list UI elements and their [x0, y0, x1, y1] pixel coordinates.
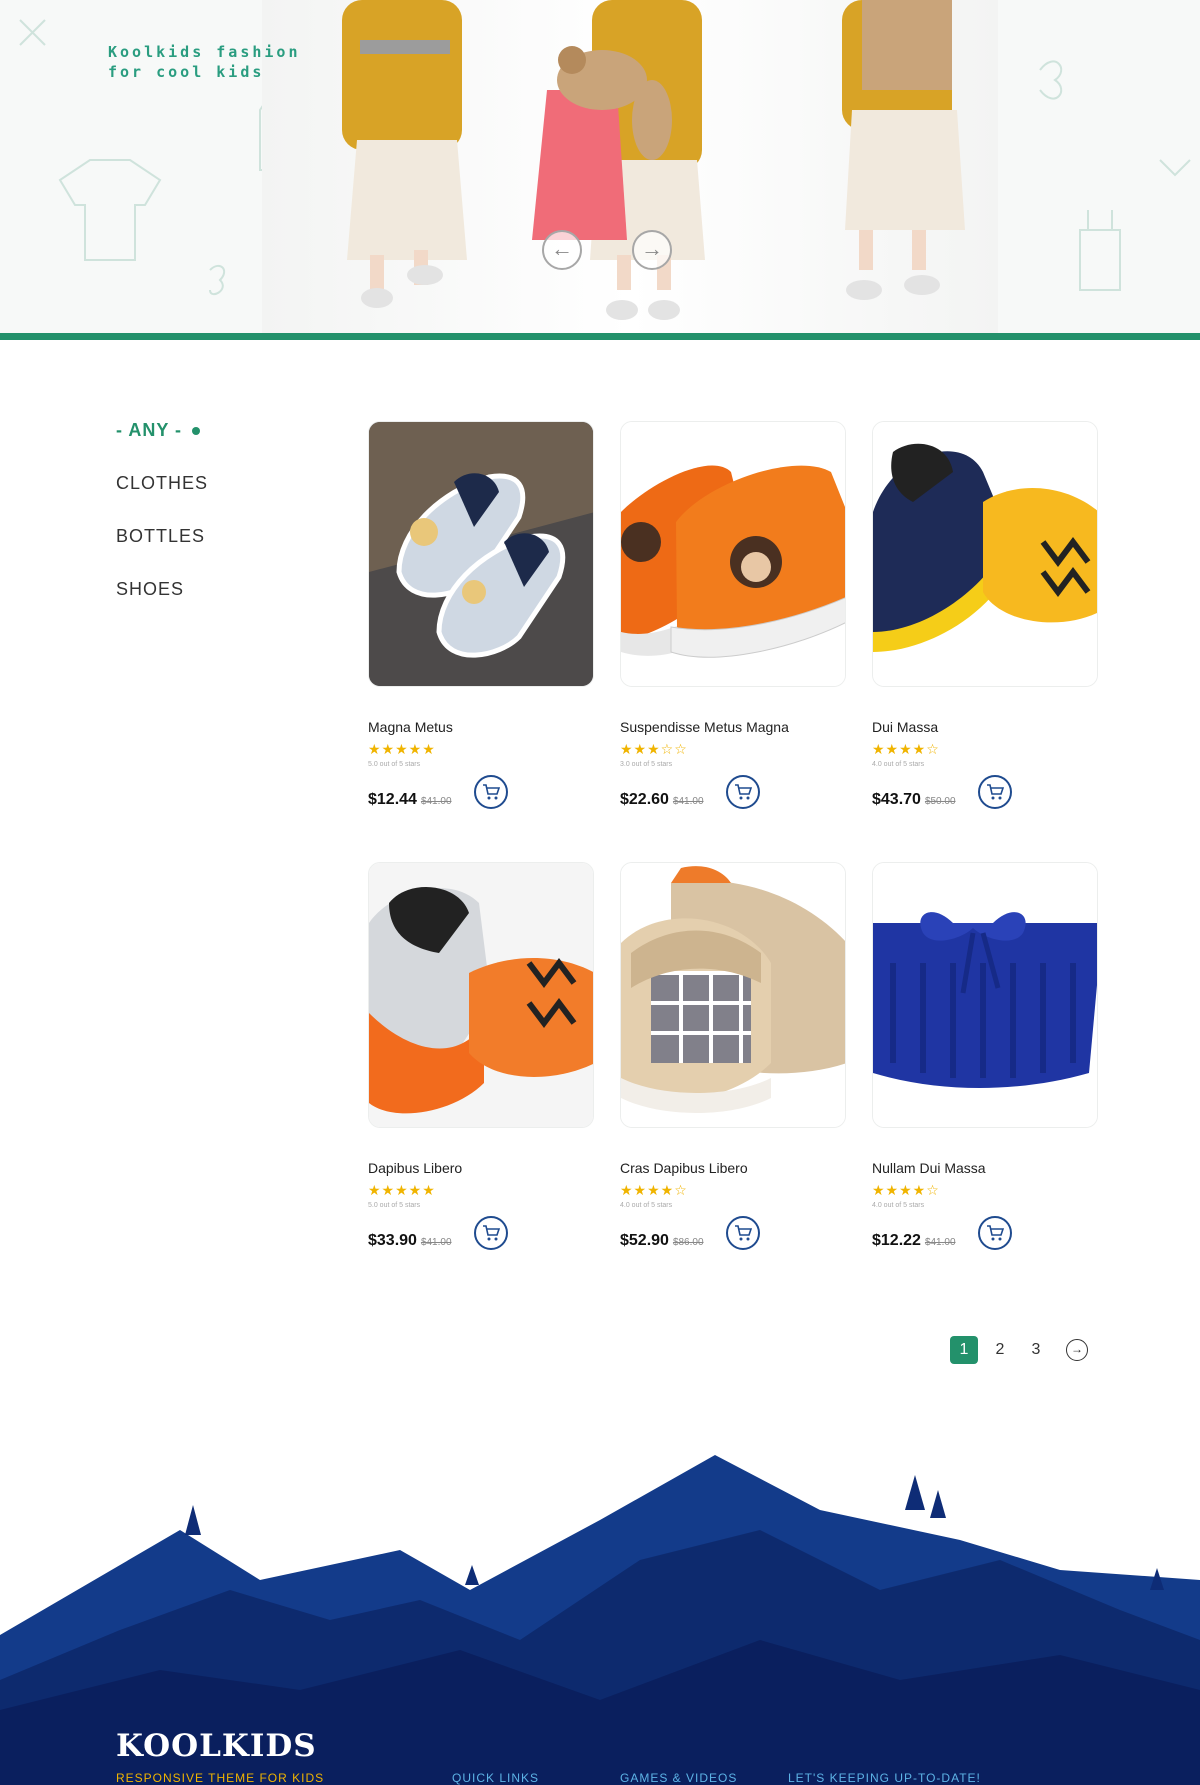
arrow-circle-right-icon: → [1071, 1342, 1083, 1356]
tagline-line-2: for cool kids [108, 63, 265, 81]
rating-text: 5.0 out of 5 stars [368, 761, 421, 768]
filter-label: SHOES [116, 579, 185, 599]
tagline-line-1: Koolkids fashion [108, 43, 301, 61]
product-price: $12.44 $41.00 [368, 791, 452, 809]
page-3-button[interactable]: 3 [1022, 1336, 1050, 1364]
cart-icon [987, 1225, 1005, 1241]
rating-stars-icon: ★★★★★ [368, 1183, 436, 1199]
product-image[interactable] [872, 421, 1098, 687]
cart-icon [987, 784, 1005, 800]
add-to-cart-button[interactable] [978, 1216, 1012, 1250]
old-price: $41.00 [420, 1237, 452, 1248]
product-name[interactable]: Nullam Dui Massa [872, 1160, 986, 1176]
rating-stars-icon: ★★★★☆ [620, 1183, 688, 1199]
rating-text: 4.0 out of 5 stars [872, 761, 925, 768]
arrow-right-icon: → [641, 236, 663, 261]
filter-shoes[interactable]: SHOES [116, 579, 208, 632]
rating-text: 4.0 out of 5 stars [620, 1202, 673, 1209]
filter-label: CLOTHES [116, 473, 209, 493]
product-name[interactable]: Dui Massa [872, 719, 938, 735]
product-name[interactable]: Cras Dapibus Libero [620, 1160, 748, 1176]
rating-stars-icon: ★★★★★ [368, 742, 436, 758]
category-filter: - ANY - CLOTHES BOTTLES SHOES [116, 420, 208, 632]
product-image[interactable] [368, 862, 594, 1128]
product-price: $12.22 $41.00 [872, 1232, 956, 1250]
cart-icon [483, 1225, 501, 1241]
footer-brand-subtitle: RESPONSIVE THEME FOR KIDS [116, 1771, 325, 1785]
product-image[interactable] [620, 421, 846, 687]
old-price: $41.00 [924, 1237, 956, 1248]
product-price: $33.90 $41.00 [368, 1232, 452, 1250]
product-image[interactable] [368, 421, 594, 687]
rating-stars-icon: ★★★★☆ [872, 1183, 940, 1199]
slider-prev-button[interactable]: ← [542, 230, 582, 270]
product-price: $43.70 $50.00 [872, 791, 956, 809]
product-image[interactable] [620, 862, 846, 1128]
old-price: $50.00 [924, 796, 956, 807]
cart-icon [735, 784, 753, 800]
old-price: $41.00 [420, 796, 452, 807]
add-to-cart-button[interactable] [726, 775, 760, 809]
rating-text: 4.0 out of 5 stars [872, 1202, 925, 1209]
product-price: $52.90 $86.00 [620, 1232, 704, 1250]
filter-clothes[interactable]: CLOTHES [116, 473, 208, 526]
filter-label: BOTTLES [116, 526, 206, 546]
footer-heading-games-videos: GAMES & VIDEOS [620, 1771, 738, 1785]
old-price: $86.00 [672, 1237, 704, 1248]
hero-accent-bar [0, 333, 1200, 340]
footer-heading-newsletter: LET'S KEEPING UP-TO-DATE! [788, 1771, 981, 1785]
add-to-cart-button[interactable] [474, 775, 508, 809]
product-name[interactable]: Dapibus Libero [368, 1160, 462, 1176]
current-price: $22.60 [620, 791, 669, 808]
kids-with-teddy-illustration [342, 0, 965, 320]
hero-photo [262, 0, 998, 334]
current-price: $12.22 [872, 1232, 921, 1249]
cart-icon [483, 784, 501, 800]
rating-stars-icon: ★★★★☆ [872, 742, 940, 758]
filter-any[interactable]: - ANY - [116, 420, 208, 473]
next-page-button[interactable]: → [1066, 1339, 1088, 1361]
add-to-cart-button[interactable] [726, 1216, 760, 1250]
hero-tagline: Koolkids fashion for cool kids [108, 42, 301, 82]
page-2-button[interactable]: 2 [986, 1336, 1014, 1364]
product-name[interactable]: Magna Metus [368, 719, 453, 735]
product-name[interactable]: Suspendisse Metus Magna [620, 719, 789, 735]
current-price: $33.90 [368, 1232, 417, 1249]
current-price: $52.90 [620, 1232, 669, 1249]
active-dot-icon [192, 427, 201, 436]
current-price: $12.44 [368, 791, 417, 808]
footer-heading-quick-links: QUICK LINKS [452, 1771, 540, 1785]
product-image[interactable] [872, 862, 1098, 1128]
rating-text: 3.0 out of 5 stars [620, 761, 673, 768]
product-price: $22.60 $41.00 [620, 791, 704, 809]
hero-banner: Koolkids fashion for cool kids ← → [0, 0, 1200, 334]
add-to-cart-button[interactable] [474, 1216, 508, 1250]
filter-label: - ANY - [116, 420, 183, 440]
current-price: $43.70 [872, 791, 921, 808]
page: Koolkids fashion for cool kids ← → - ANY… [0, 0, 1200, 1785]
rating-text: 5.0 out of 5 stars [368, 1202, 421, 1209]
rating-stars-icon: ★★★☆☆ [620, 742, 688, 758]
cart-icon [735, 1225, 753, 1241]
arrow-left-icon: ← [551, 236, 573, 261]
footer-brand-logo[interactable]: KOOLKIDS [116, 1728, 317, 1764]
page-1-button[interactable]: 1 [950, 1336, 978, 1364]
add-to-cart-button[interactable] [978, 775, 1012, 809]
filter-bottles[interactable]: BOTTLES [116, 526, 208, 579]
slider-next-button[interactable]: → [632, 230, 672, 270]
old-price: $41.00 [672, 796, 704, 807]
